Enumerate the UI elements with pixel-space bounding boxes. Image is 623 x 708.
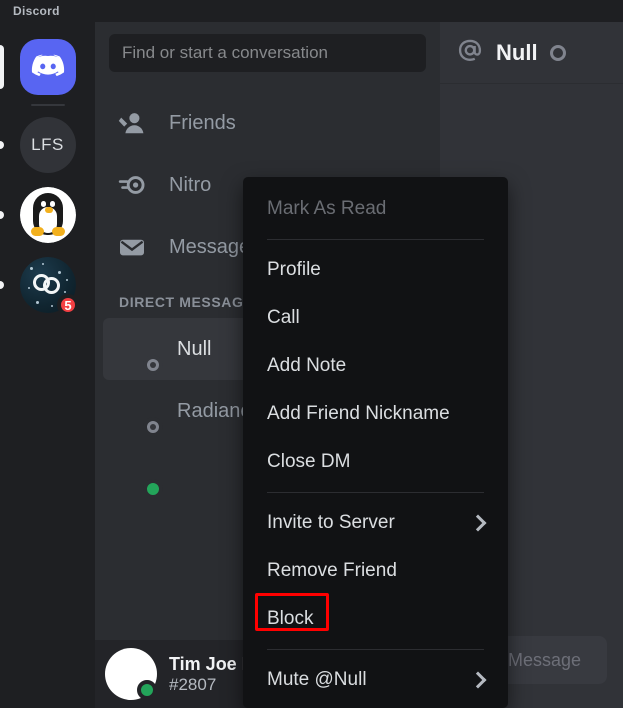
sidebar-item-label: Friends	[169, 111, 236, 134]
status-badge	[549, 44, 566, 61]
menu-item-mark-as-read[interactable]: Mark As Read	[243, 185, 508, 233]
menu-item-label: Add Note	[267, 355, 347, 376]
search-placeholder: Find or start a conversation	[122, 43, 328, 62]
chevron-right-icon	[469, 514, 487, 532]
menu-item-label: Call	[267, 307, 300, 328]
unread-pill	[0, 281, 4, 289]
message-placeholder: Message	[508, 649, 582, 670]
avatar	[113, 449, 163, 499]
server-item-home[interactable]	[0, 32, 95, 102]
server-item-space[interactable]: 5	[0, 250, 95, 320]
user-info: Tim Joe R #2807	[169, 654, 255, 694]
menu-item-label: Mark As Read	[267, 198, 387, 219]
sidebar-item-label: Nitro	[169, 173, 212, 196]
server-item-linux[interactable]	[0, 180, 95, 250]
menu-item-label: Invite to Server	[267, 512, 395, 533]
server-rail: LFS 5	[0, 22, 95, 708]
menu-item-label: Add Friend Nickname	[267, 403, 450, 424]
menu-item-add-note[interactable]: Add Note	[243, 342, 508, 390]
menu-item-label: Remove Friend	[267, 560, 397, 581]
at-symbol-icon	[456, 36, 484, 69]
discord-window: Discord LFS 5 Find or start a conversati…	[0, 0, 623, 708]
menu-item-label: Mute @Null	[267, 669, 367, 690]
friends-icon	[115, 111, 149, 135]
menu-item-close-dm[interactable]: Close DM	[243, 438, 508, 486]
search-area: Find or start a conversation	[95, 22, 440, 84]
server-initials-label: LFS	[31, 135, 64, 154]
rail-divider	[30, 104, 65, 106]
menu-item-block[interactable]: Block	[243, 595, 508, 643]
nitro-icon	[115, 173, 149, 197]
menu-item-label: Close DM	[267, 451, 351, 472]
menu-item-remove-friend[interactable]: Remove Friend	[243, 547, 508, 595]
unread-pill	[0, 141, 4, 149]
menu-divider	[267, 239, 484, 240]
server-initials-icon: LFS	[19, 117, 76, 173]
user-name: Tim Joe R	[169, 653, 255, 674]
status-badge	[143, 355, 163, 375]
penguin-avatar-icon	[19, 187, 76, 243]
menu-divider	[267, 492, 484, 493]
menu-item-add-friend-nickname[interactable]: Add Friend Nickname	[243, 390, 508, 438]
context-menu: Mark As Read Profile Call Add Note Add F…	[243, 177, 508, 708]
selected-pill	[0, 45, 4, 89]
app-title: Discord	[13, 4, 60, 18]
chat-header: Null	[440, 22, 623, 84]
status-badge	[137, 680, 157, 700]
user-tag: #2807	[169, 674, 217, 694]
server-item-lfs[interactable]: LFS	[0, 110, 95, 180]
status-badge	[143, 417, 163, 437]
menu-item-invite-to-server[interactable]: Invite to Server	[243, 499, 508, 547]
discord-logo-icon	[19, 39, 76, 95]
avatar	[105, 648, 157, 700]
sidebar-item-friends[interactable]: Friends	[103, 92, 432, 154]
menu-item-mute[interactable]: Mute @Null	[243, 656, 508, 704]
menu-item-call[interactable]: Call	[243, 294, 508, 342]
menu-item-label: Profile	[267, 259, 321, 280]
avatar	[113, 387, 163, 437]
menu-item-profile[interactable]: Profile	[243, 246, 508, 294]
dm-item-label: Null	[177, 337, 212, 360]
title-bar: Discord	[0, 0, 623, 22]
message-requests-icon	[115, 235, 149, 259]
menu-divider	[267, 649, 484, 650]
unread-badge: 5	[57, 294, 79, 316]
status-badge	[143, 479, 163, 499]
page-title: Null	[496, 39, 538, 65]
menu-item-label: Block	[267, 608, 314, 629]
avatar	[113, 325, 163, 375]
unread-pill	[0, 211, 4, 219]
chevron-right-icon	[469, 671, 487, 689]
search-input[interactable]: Find or start a conversation	[109, 34, 426, 72]
